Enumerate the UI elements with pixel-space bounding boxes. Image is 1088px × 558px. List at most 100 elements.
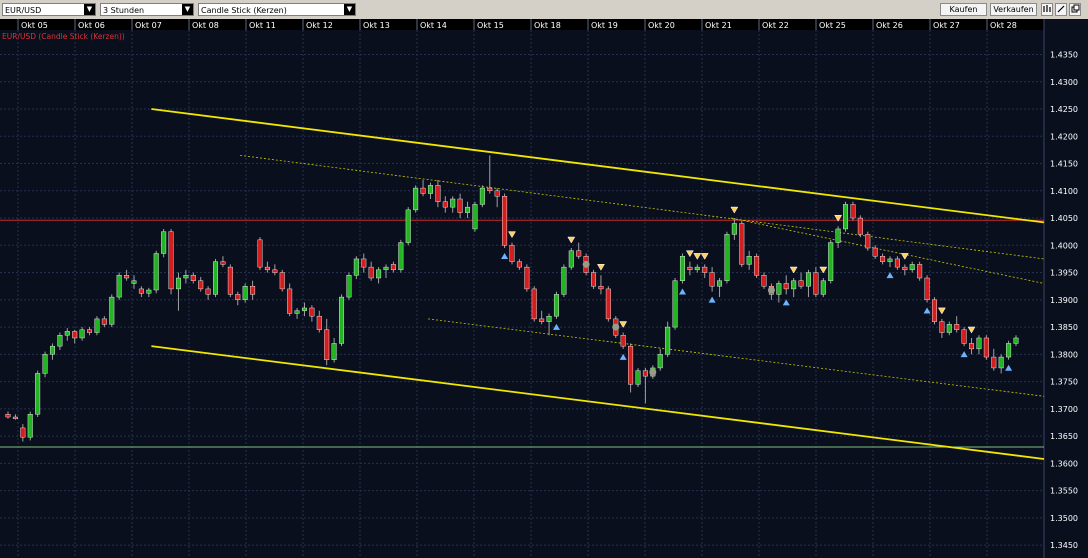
candle-up — [1013, 337, 1019, 344]
y-tick-label: 1.4300 — [1050, 78, 1078, 87]
candle-up — [694, 266, 700, 271]
x-tick-label: Okt 28 — [990, 21, 1017, 30]
symbol-select[interactable]: EUR/USD ▼ — [2, 3, 96, 16]
y-tick-label: 1.3600 — [1050, 459, 1078, 468]
candle-up — [843, 204, 849, 230]
candle-down — [917, 264, 923, 279]
neutral-signal-marker — [649, 368, 657, 376]
toolbar: EUR/USD ▼ 3 Stunden ▼ Candle Stick (Kerz… — [0, 0, 1088, 20]
candle-down — [324, 329, 330, 360]
candle-down — [872, 247, 878, 257]
candle-down — [272, 269, 278, 273]
candle-down — [20, 427, 26, 438]
candle-down — [5, 414, 11, 418]
candle-up — [131, 280, 137, 284]
candle-down — [969, 343, 975, 350]
candle-down — [368, 266, 374, 279]
candle-down — [72, 331, 78, 339]
y-tick-label: 1.3650 — [1050, 432, 1078, 441]
candle-up — [183, 275, 189, 279]
candle-up — [828, 242, 834, 281]
candle-down — [865, 234, 871, 249]
candle-down — [931, 299, 937, 322]
interval-select[interactable]: 3 Stunden ▼ — [100, 3, 194, 16]
x-tick-label: Okt 26 — [876, 21, 903, 30]
y-tick-label: 1.4200 — [1050, 132, 1078, 141]
price-chart[interactable]: 1.3450 1.3500 1.3550 1.3600 1.3650 1.3700 1.37… — [0, 19, 1088, 558]
candle-down — [87, 329, 93, 333]
candle-up — [791, 280, 797, 290]
candle-down — [198, 280, 204, 290]
chart-style-select[interactable]: Candle Stick (Kerzen) ▼ — [198, 3, 356, 16]
candle-up — [746, 256, 752, 265]
candle-up — [153, 253, 159, 291]
candle-down — [205, 288, 211, 295]
candle-down — [235, 294, 241, 301]
candle-down — [783, 283, 789, 290]
neutral-signal-marker — [582, 260, 590, 268]
candle-down — [605, 288, 611, 320]
candle-down — [516, 261, 522, 268]
buy-button[interactable]: Kaufen — [940, 3, 987, 16]
candle-up — [672, 280, 678, 328]
candle-down — [227, 266, 233, 295]
candle-down — [442, 201, 448, 208]
candle-down — [168, 231, 174, 290]
candle-down — [813, 272, 819, 295]
candle-down — [850, 204, 856, 219]
candle-up — [427, 185, 433, 194]
candle-down — [309, 307, 315, 317]
y-tick-label: 1.3850 — [1050, 323, 1078, 332]
candle-down — [539, 318, 545, 322]
candle-down — [628, 345, 634, 385]
y-tick-label: 1.4250 — [1050, 105, 1078, 114]
candle-down — [190, 275, 196, 281]
bar-chart-icon[interactable] — [1041, 3, 1053, 16]
candle-up — [94, 318, 100, 333]
chart-style-select-value: Candle Stick (Kerzen) — [201, 6, 287, 15]
candle-up — [79, 329, 85, 339]
candle-up — [1006, 343, 1012, 358]
candle-down — [494, 190, 500, 197]
candle-up — [976, 337, 982, 350]
candle-down — [361, 258, 367, 268]
candle-down — [754, 256, 760, 276]
x-tick-label: Okt 08 — [192, 21, 219, 30]
candle-down — [502, 196, 508, 246]
candle-up — [635, 370, 641, 385]
candle-up — [946, 324, 952, 333]
candle-down — [12, 416, 18, 419]
y-tick-label: 1.3700 — [1050, 405, 1078, 414]
candle-up — [242, 285, 248, 301]
candle-down — [138, 288, 144, 294]
popout-icon[interactable] — [1069, 3, 1081, 16]
x-tick-label: Okt 06 — [78, 21, 105, 30]
y-tick-label: 1.4350 — [1050, 51, 1078, 60]
candle-down — [798, 280, 804, 287]
candle-down — [894, 258, 900, 268]
candle-up — [146, 289, 152, 294]
candle-down — [101, 318, 107, 325]
candle-up — [776, 283, 782, 295]
x-tick-label: Okt 20 — [648, 21, 675, 30]
x-tick-label: Okt 18 — [534, 21, 561, 30]
candle-down — [961, 329, 967, 344]
y-tick-label: 1.3550 — [1050, 487, 1078, 496]
interval-select-value: 3 Stunden — [103, 6, 145, 15]
x-tick-label: Okt 21 — [705, 21, 732, 30]
sell-button[interactable]: Verkaufen — [990, 3, 1037, 16]
candle-down — [524, 266, 530, 290]
candle-up — [479, 187, 485, 205]
x-tick-label: Okt 22 — [762, 21, 789, 30]
candle-up — [553, 294, 559, 317]
draw-line-icon[interactable] — [1055, 3, 1067, 16]
candle-down — [287, 288, 293, 314]
x-tick-label: Okt 14 — [420, 21, 447, 30]
candle-up — [820, 280, 826, 295]
candle-up — [909, 264, 915, 271]
candle-up — [49, 345, 55, 355]
candle-down — [264, 266, 270, 271]
y-tick-label: 1.3950 — [1050, 269, 1078, 278]
candle-up — [731, 223, 737, 235]
candle-down — [316, 315, 322, 330]
